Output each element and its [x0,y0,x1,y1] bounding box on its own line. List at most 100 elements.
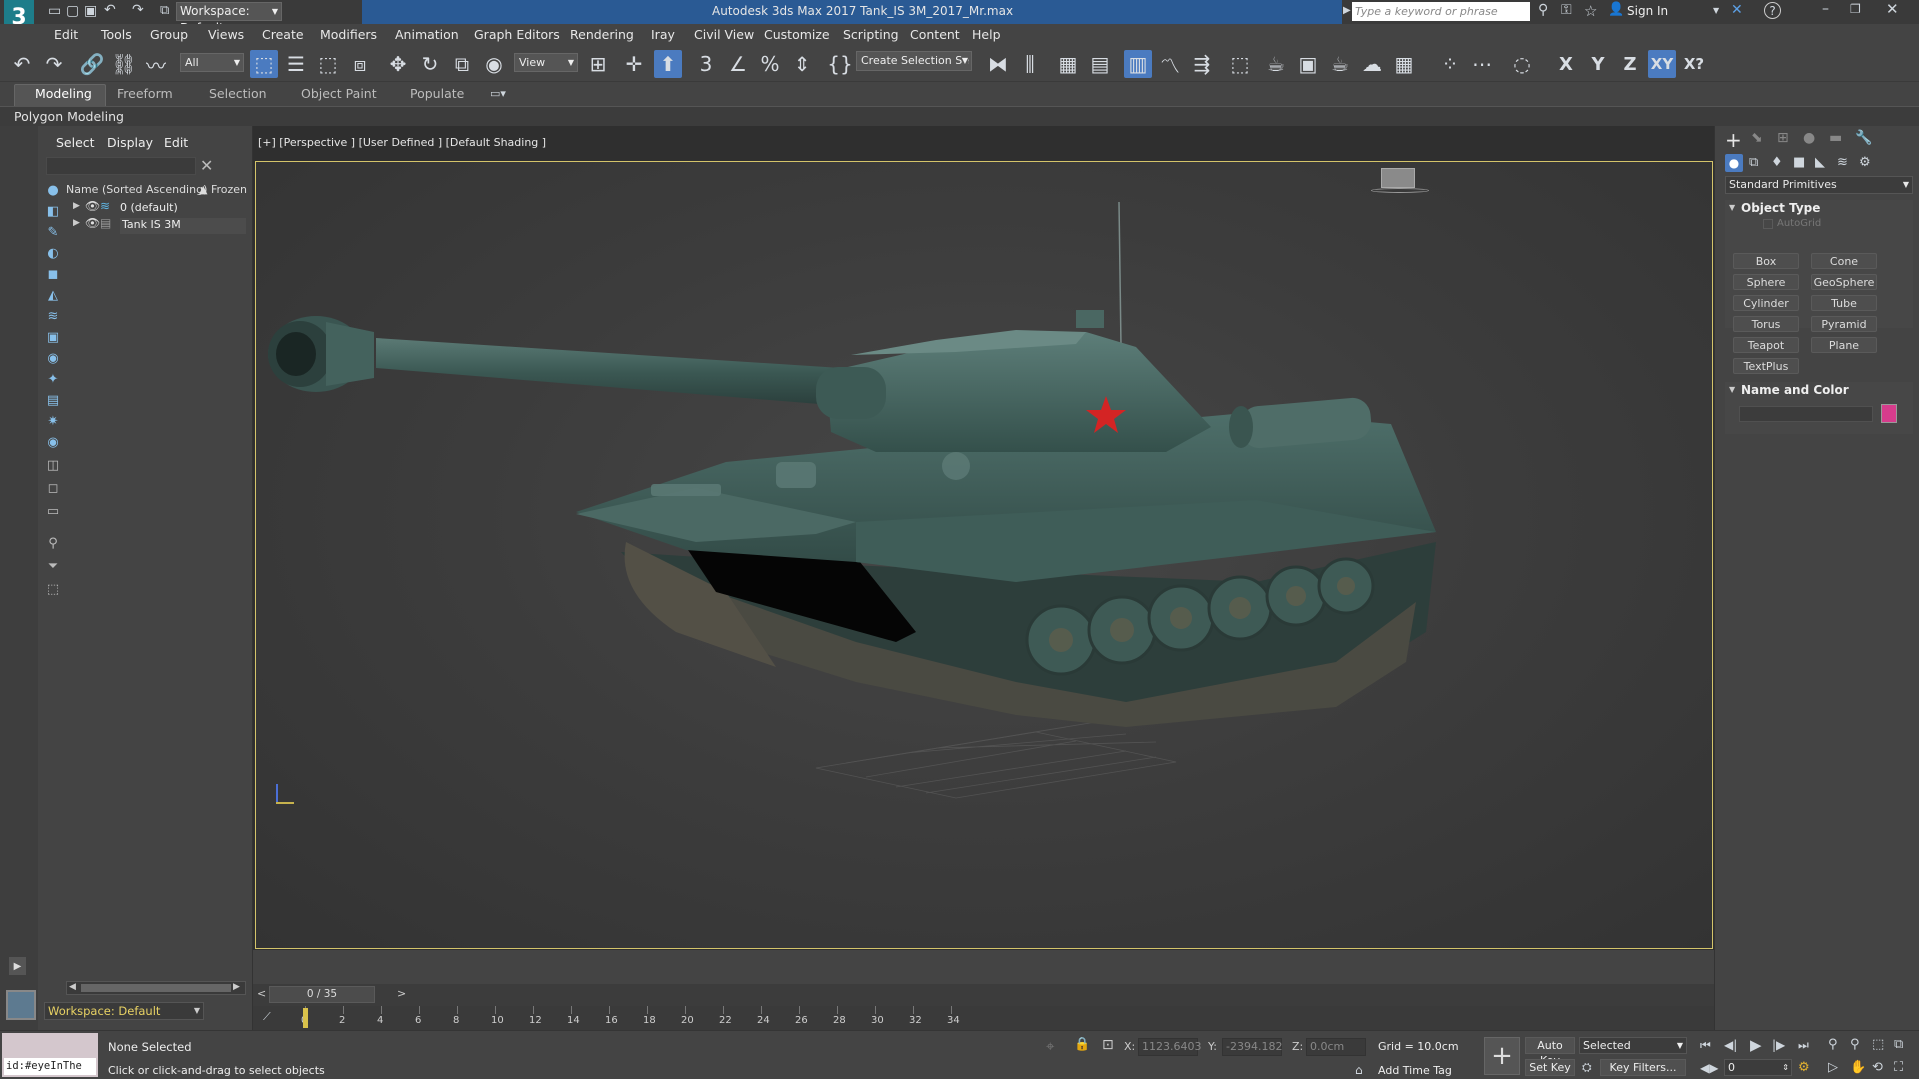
menu-iray[interactable]: Iray [651,27,675,42]
minimize-icon[interactable]: – [1822,1,1829,17]
zoom-all-icon[interactable]: ⚲ [1850,1037,1860,1052]
scrollbar-thumb[interactable] [81,984,231,992]
explorer-menu-display[interactable]: Display [107,135,153,150]
expand-arrow-icon[interactable]: ▶ [73,218,80,228]
expand-panel-button[interactable]: ▶ [9,957,26,975]
align-button[interactable]: ⫼ [1016,50,1044,78]
user-icon[interactable]: 👤 [1608,2,1624,17]
time-slider-next-icon[interactable]: > [397,987,406,1000]
select-by-name-button[interactable]: ☰ [282,50,310,78]
lights-icon[interactable]: ♦ [1771,155,1783,170]
explorer-scrollbar[interactable]: ◀ ▶ [66,981,246,995]
material-editor-button[interactable]: ⬚ [1226,50,1254,78]
orbit-icon[interactable]: ⟲ [1872,1060,1883,1075]
axis-z-button[interactable]: Z [1616,50,1644,78]
viewcube-ring[interactable] [1371,188,1429,193]
menu-modifiers[interactable]: Modifiers [320,27,377,42]
rectangular-selection-button[interactable]: ⬚ [314,50,342,78]
visibility-eye-icon[interactable]: 👁 [85,199,100,213]
edit-named-selection-button[interactable]: {} [826,50,854,78]
axis-y-button[interactable]: Y [1584,50,1612,78]
list-item[interactable]: ▶ 👁 ≋ 0 (default) [66,199,246,216]
menu-scripting[interactable]: Scripting [843,27,899,42]
key-mode-dropdown[interactable]: Selected ▼ [1579,1037,1687,1054]
display-containers-icon[interactable]: ▤ [44,391,62,409]
motion-tab-icon[interactable]: ● [1803,130,1815,146]
named-selection-set-dropdown[interactable]: Create Selection Se ▼ [856,51,972,71]
rollout-collapse-icon[interactable]: ▼ [1729,203,1735,212]
column-header-name[interactable]: Name (Sorted Ascending) [66,183,207,196]
explorer-workspace-dropdown[interactable]: Workspace: Default ▼ [44,1002,204,1020]
clear-search-icon[interactable]: ✕ [200,156,213,175]
systems-icon[interactable]: ⚙ [1859,155,1871,170]
x-coord-field[interactable]: 1123.6403 [1138,1038,1202,1056]
display-tab-icon[interactable]: ▬ [1829,130,1842,146]
absolute-mode-icon[interactable]: ⊡ [1102,1037,1114,1053]
spacing-tool-button[interactable]: ⋯ [1468,50,1496,78]
select-manipulate-button[interactable]: ✛ [620,50,648,78]
menu-group[interactable]: Group [150,27,188,42]
shapes-icon[interactable]: ⧉ [1749,155,1758,170]
current-time-marker[interactable] [303,1008,308,1028]
tab-selection[interactable]: Selection [209,86,267,101]
select-and-place-button[interactable]: ◉ [480,50,508,78]
current-frame-field[interactable]: 0 ⇕ [1724,1059,1792,1076]
go-to-start-icon[interactable]: ⏮ [1700,1038,1711,1053]
display-groups-icon[interactable]: ▣ [44,328,62,346]
display-particles-icon[interactable]: ✷ [44,412,62,430]
utilities-tab-icon[interactable]: 🔧 [1855,130,1872,146]
toggle-icon[interactable]: ⬚ [44,580,62,598]
mirror-button[interactable]: ⧓ [984,50,1012,78]
exchange-apps-icon[interactable]: ✕ [1731,2,1743,18]
primitive-category-dropdown[interactable]: Standard Primitives ▼ [1725,176,1913,194]
axis-xy-button[interactable]: XY [1648,50,1676,78]
go-to-end-icon[interactable]: ⏭ [1798,1038,1809,1053]
object-color-swatch[interactable] [1881,404,1897,423]
curve-editor-button[interactable]: 〽 [1156,50,1184,78]
viewport-label[interactable]: [+] [Perspective ] [User Defined ] [Defa… [258,136,546,149]
toggle-scene-explorer-button[interactable]: ▦ [1054,50,1082,78]
helpers-icon[interactable]: ◣ [1815,155,1825,170]
viewport[interactable]: [+] [Perspective ] [User Defined ] [Defa… [253,126,1714,950]
sphere-button[interactable]: Sphere [1733,274,1799,290]
zoom-extents-icon[interactable]: ⬚ [1872,1037,1884,1052]
tab-populate[interactable]: Populate [410,86,464,101]
display-bones-icon[interactable]: ✦ [44,370,62,388]
menu-create[interactable]: Create [262,27,304,42]
tab-object-paint[interactable]: Object Paint [301,86,377,101]
select-and-scale-button[interactable]: ⧉ [448,50,476,78]
viewport-layout-thumb[interactable] [6,990,36,1020]
pivot-center-button[interactable]: ⊞ [584,50,612,78]
open-file-icon[interactable]: ▢ [66,3,79,19]
array-button[interactable]: ⁘ [1436,50,1464,78]
next-frame-icon[interactable]: |▶ [1772,1038,1785,1052]
hierarchy-tab-icon[interactable]: ⊞ [1777,130,1789,146]
menu-content[interactable]: Content [910,27,960,42]
display-invert-icon[interactable]: ▭ [44,502,62,520]
box-button[interactable]: Box [1733,253,1799,269]
menu-civil-view[interactable]: Civil View [694,27,754,42]
display-xrefs-icon[interactable]: ◉ [44,349,62,367]
set-key-big-button[interactable]: + [1484,1037,1520,1075]
textplus-button[interactable]: TextPlus [1733,358,1799,374]
select-and-rotate-button[interactable]: ↻ [416,50,444,78]
viewcube[interactable] [1371,166,1429,194]
time-tag-icon[interactable]: ⌂ [1355,1063,1363,1077]
pyramid-button[interactable]: Pyramid [1811,316,1877,332]
axis-cycle-button[interactable]: X? [1680,50,1708,78]
key-filters-button[interactable]: Key Filters... [1600,1059,1686,1076]
restore-icon[interactable]: ❐ [1850,2,1861,16]
previous-frame-icon[interactable]: ◀| [1724,1038,1737,1052]
close-icon[interactable]: ✕ [1886,0,1899,18]
display-lights-icon[interactable]: ◐ [44,244,62,262]
display-all-icon[interactable]: ◻ [44,479,62,497]
explorer-search-input[interactable] [46,157,196,175]
viewport-canvas[interactable] [255,161,1713,949]
select-and-move-button[interactable]: ✥ [384,50,412,78]
scroll-right-icon[interactable]: ▶ [233,982,240,992]
render-production-button[interactable]: ☕ [1326,50,1354,78]
key-mode-toggle-icon[interactable]: ◀▶ [1700,1061,1718,1075]
select-and-link-button[interactable]: 🔗 [78,50,106,78]
display-shapes-icon[interactable]: ✎ [44,223,62,241]
display-hidden-icon[interactable]: ◫ [44,456,62,474]
